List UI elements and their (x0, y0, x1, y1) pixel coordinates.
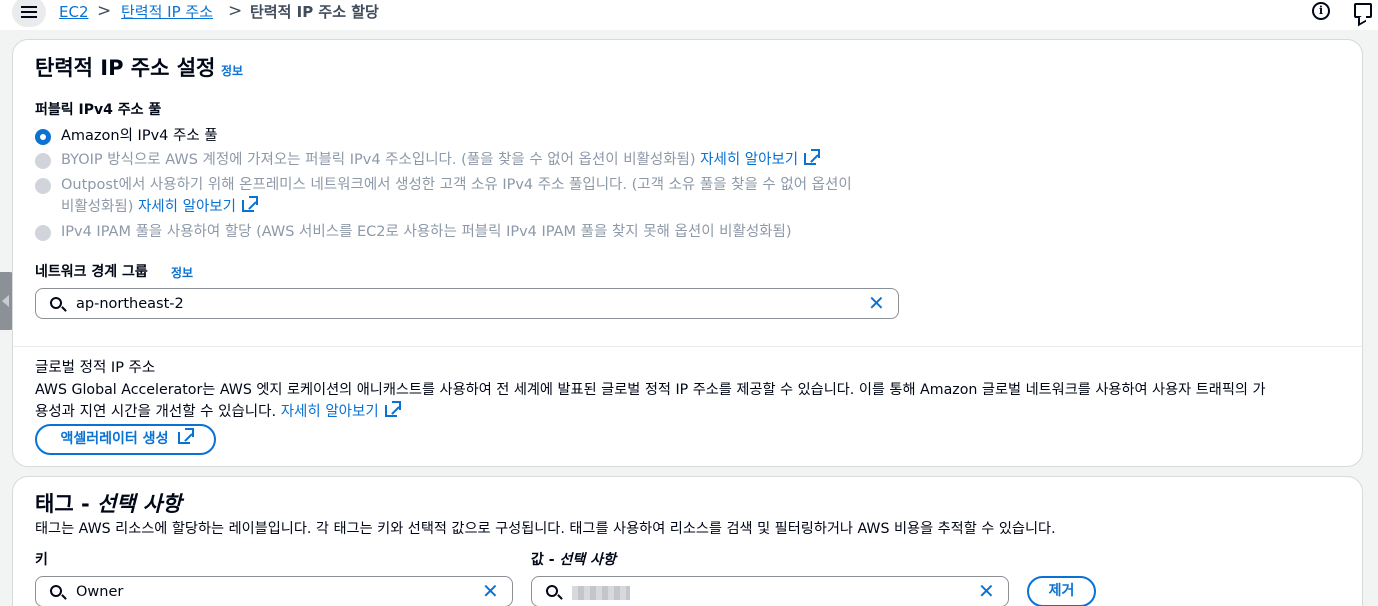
radio-amazon-pool[interactable] (35, 129, 51, 145)
clear-icon[interactable]: ✕ (482, 581, 499, 601)
breadcrumb-current: 탄력적 IP 주소 할당 (250, 3, 379, 21)
search-icon (50, 297, 62, 309)
clear-icon[interactable]: ✕ (868, 293, 885, 313)
radio-amazon-pool-label: Amazon의 IPv4 주소 풀 (61, 128, 218, 144)
breadcrumb-separator: > (228, 1, 243, 21)
feedback-icon[interactable] (1354, 3, 1372, 18)
global-ip-desc: AWS Global Accelerator는 AWS 엣지 로케이션의 애니캐… (35, 382, 1266, 398)
pool-label: 퍼블릭 IPv4 주소 풀 (35, 102, 162, 118)
external-link-icon (804, 149, 821, 165)
divider (13, 346, 1362, 347)
settings-title: 탄력적 IP 주소 설정 (35, 56, 216, 80)
tag-key-value: Owner (76, 584, 124, 600)
radio-outpost-label-line2: 비활성화됨) 자세히 알아보기 (61, 196, 258, 219)
global-ip-title: 글로벌 정적 IP 주소 (35, 360, 156, 376)
redacted-value (572, 586, 630, 600)
global-ip-desc-line2: 용성과 지연 시간을 개선할 수 있습니다. 자세히 알아보기 (35, 401, 401, 423)
tag-value-label: 값 - 선택 사항 (531, 552, 616, 568)
radio-outpost-label: Outpost에서 사용하기 위해 온프레미스 네트워크에서 생성한 고객 소유… (61, 177, 852, 193)
breadcrumb-separator: > (97, 1, 112, 21)
radio-byoip (35, 153, 51, 169)
radio-ipam (35, 225, 51, 241)
radio-ipam-label: IPv4 IPAM 풀을 사용하여 할당 (AWS 서비스를 EC2로 사용하는… (61, 224, 792, 240)
create-accelerator-button[interactable]: 액셀러레이터 생성 (35, 424, 216, 455)
info-circle-icon[interactable]: i (1312, 2, 1330, 20)
tags-desc: 태그는 AWS 리소스에 할당하는 레이블입니다. 각 태그는 키와 선택적 값… (35, 521, 1056, 537)
external-link-icon (384, 401, 401, 417)
external-link-icon (178, 428, 195, 444)
tag-value-input[interactable]: ✕ (531, 576, 1009, 606)
nbg-info-link[interactable]: 정보 (171, 265, 193, 281)
radio-outpost (35, 178, 51, 194)
settings-info-link[interactable]: 정보 (221, 63, 243, 79)
tags-title: 태그 - 선택 사항 (35, 492, 182, 516)
tag-key-label: 키 (35, 552, 48, 568)
menu-icon[interactable] (12, 0, 46, 27)
top-navigation: EC2 > 탄력적 IP 주소 > 탄력적 IP 주소 할당 i (0, 0, 1378, 30)
search-icon (546, 585, 558, 597)
network-border-group-input[interactable]: ap-northeast-2 ✕ (35, 288, 899, 319)
external-link-icon (241, 196, 258, 212)
nbg-value: ap-northeast-2 (76, 296, 184, 312)
search-icon (50, 585, 62, 597)
network-border-group-label: 네트워크 경계 그룹 (35, 264, 148, 280)
outpost-learn-more-link[interactable]: 자세히 알아보기 (138, 196, 258, 215)
byoip-learn-more-link[interactable]: 자세히 알아보기 (700, 149, 821, 168)
remove-tag-button[interactable]: 제거 (1027, 576, 1096, 606)
breadcrumb-elastic-ip[interactable]: 탄력적 IP 주소 (121, 2, 213, 22)
tag-key-input[interactable]: Owner ✕ (35, 576, 513, 606)
global-learn-more-link[interactable]: 자세히 알아보기 (281, 401, 401, 420)
radio-byoip-label: BYOIP 방식으로 AWS 계정에 가져오는 퍼블릭 IPv4 주소입니다. … (61, 149, 821, 172)
breadcrumb-ec2[interactable]: EC2 (59, 2, 89, 22)
clear-icon[interactable]: ✕ (978, 581, 995, 601)
